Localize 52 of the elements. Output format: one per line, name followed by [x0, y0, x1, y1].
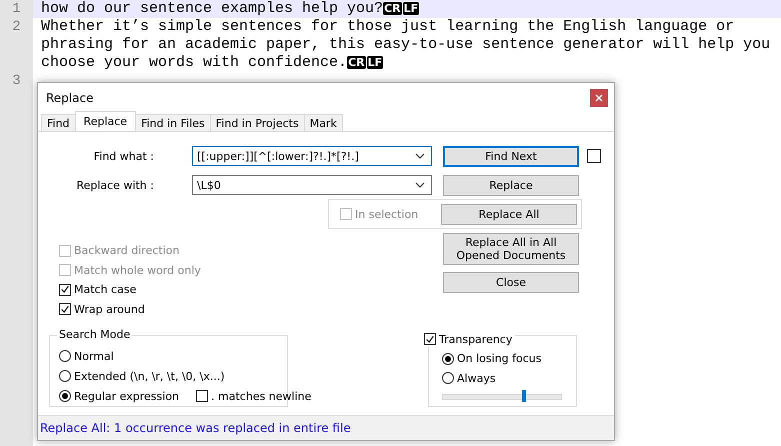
field-label: Find what : [92, 150, 154, 162]
checkbox-label: . matches newline [211, 390, 312, 402]
close-icon [595, 94, 603, 102]
line-number: 1 [0, 0, 33, 18]
radio-button[interactable] [59, 390, 71, 402]
radio-label: Regular expression [74, 390, 180, 402]
checkbox[interactable] [59, 284, 71, 296]
code-text: phrasing for an academic paper, this easy-to-use sentence generator will help you [41, 36, 770, 53]
find-next-button[interactable]: Find Next [443, 146, 579, 166]
tab[interactable]: Find in Files [135, 114, 211, 131]
eol-marker: LF [402, 2, 420, 15]
radio-button[interactable] [442, 372, 454, 384]
radio-label: Always [457, 372, 496, 385]
checkbox[interactable] [59, 303, 71, 316]
tab[interactable]: Mark [304, 114, 343, 131]
dropdown-icon [415, 182, 425, 188]
eol-marker: CR [383, 2, 402, 15]
radio-button[interactable] [59, 350, 71, 362]
eol-marker: CR [347, 56, 366, 69]
radio-label: Extended (\n, \r, \t, \0, \x...) [74, 370, 225, 382]
checkbox[interactable] [587, 149, 601, 163]
replace-all-button[interactable]: Replace All [441, 204, 577, 224]
combo-field[interactable]: \L$0 [192, 175, 432, 195]
checkbox-label: Transparency [439, 332, 512, 346]
code-text: Whether it’s simple sentences for those just learning the English language or [41, 18, 734, 35]
slider-thumb[interactable] [522, 390, 526, 402]
tab[interactable]: Find [41, 114, 76, 131]
tab[interactable]: Find in Projects [210, 114, 305, 131]
window-title: Replace [46, 91, 94, 105]
replace-all-opened-button[interactable]: Replace All in All Opened Documents [443, 233, 579, 265]
radio-button[interactable] [442, 352, 454, 365]
code-text: choose your words with confidence. [41, 54, 348, 71]
checkbox-label: Match case [74, 283, 136, 296]
code-text: how do our sentence examples help you? [41, 0, 384, 17]
checkbox-label: Backward direction [74, 244, 180, 258]
eol-marker: LF [366, 56, 384, 69]
close-button[interactable] [590, 89, 608, 107]
status-message: Replace All: 1 occurrence was replaced in entire file [40, 421, 351, 435]
checkbox[interactable] [196, 390, 208, 402]
radio-label: Normal [74, 350, 114, 362]
checkbox-label: Wrap around [74, 302, 145, 316]
combo-field[interactable]: [[:upper:]][^[:lower:]?!.]*[?!.] [192, 146, 432, 166]
field-label: Replace with : [75, 178, 154, 192]
checkbox-label: Match whole word only [74, 264, 201, 277]
checkbox-label: In selection [355, 208, 418, 220]
checkbox[interactable] [424, 333, 436, 345]
dropdown-icon [415, 153, 425, 159]
radio-button[interactable] [59, 370, 71, 382]
replace-button[interactable]: Replace [443, 174, 579, 196]
close-dialog-button[interactable]: Close [443, 272, 579, 293]
radio-label: On losing focus [457, 352, 542, 366]
group-title: Search Mode [57, 328, 132, 341]
